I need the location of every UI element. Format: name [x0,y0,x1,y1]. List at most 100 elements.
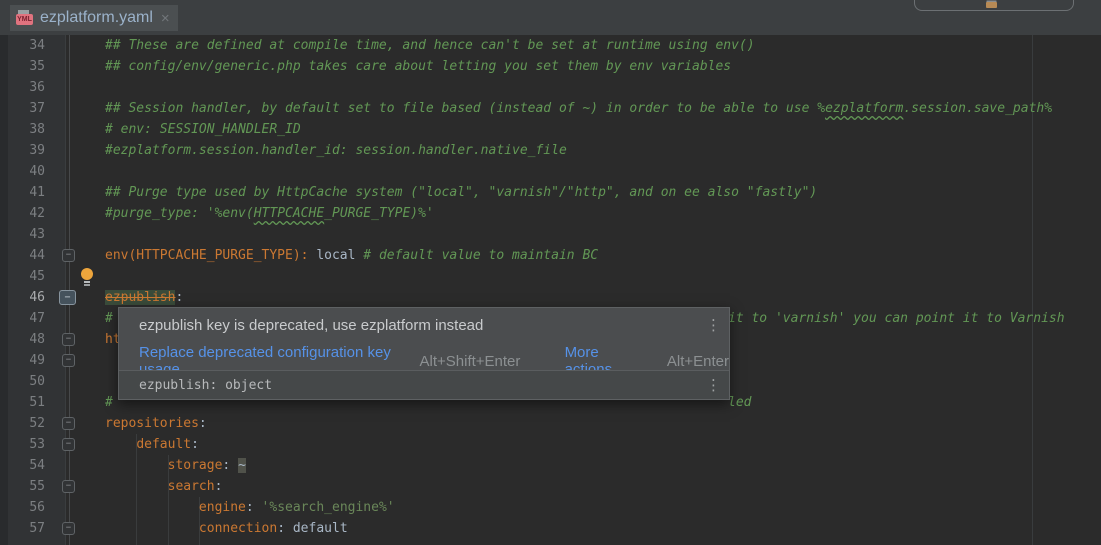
line-number[interactable]: 54 [8,455,55,476]
code-segment: : [191,437,199,452]
code-segment: ~ [238,458,246,473]
code-line[interactable]: ## config/env/generic.php takes care abo… [100,56,1101,77]
code-segment: : [222,458,238,473]
code-line[interactable]: env(HTTPCACHE_PURGE_TYPE): local # defau… [100,245,1101,266]
code-segment [105,500,199,515]
line-number[interactable]: 48 [8,329,55,350]
fold-collapse-widget[interactable]: − [59,290,76,305]
code-segment: : [199,416,207,431]
toolbar-widget-icon [986,2,997,8]
code-segment: storage [168,458,223,473]
doc-menu-icon[interactable]: ⋮ [706,376,721,394]
line-number[interactable]: 47 [8,308,55,329]
code-line[interactable]: # env: SESSION_HANDLER_ID [100,119,1101,140]
code-line[interactable]: ## These are defined at compile time, an… [100,35,1101,56]
fold-marker-icon[interactable]: − [62,438,75,451]
code-segment [105,458,168,473]
intention-bulb-icon[interactable] [80,268,94,287]
code-segment: HTTPCACHE [254,206,324,221]
code-line[interactable]: connection: default [100,518,1101,539]
code-segment: repositories [105,416,199,431]
line-number[interactable]: 36 [8,77,55,98]
line-number[interactable]: 51 [8,392,55,413]
code-segment: '%search_engine%' [262,500,395,515]
toolbar-widget-cutoff[interactable] [914,0,1074,11]
code-line[interactable]: ## Session handler, by default set to fi… [100,98,1101,119]
code-line[interactable]: #ezplatform.session.handler_id: session.… [100,140,1101,161]
code-line[interactable]: ezpublish: [100,287,1101,308]
line-number[interactable]: 46 [8,287,55,308]
line-number[interactable]: 40 [8,161,55,182]
line-number[interactable]: 50 [8,371,55,392]
fold-marker-icon[interactable]: − [62,333,75,346]
code-line[interactable] [100,266,1101,287]
code-segment: ## These are defined at compile time, an… [105,38,755,53]
code-segment: : [175,290,183,305]
line-number[interactable]: 42 [8,203,55,224]
code-segment: # [105,395,113,410]
code-line[interactable]: engine: '%search_engine%' [100,497,1101,518]
code-line[interactable] [100,224,1101,245]
fold-marker-icon[interactable]: − [62,522,75,535]
line-number[interactable]: 53 [8,434,55,455]
code-editor[interactable]: 34 ## These are defined at compile time, … [0,35,1101,545]
inspection-popup: ezpublish key is deprecated, use ezplatf… [118,307,730,400]
line-number[interactable]: 55 [8,476,55,497]
line-number[interactable]: 57 [8,518,55,539]
code-segment: .session.save_path% [903,101,1052,116]
code-line[interactable]: default: [100,434,1101,455]
editor-tab-bar: YML ezplatform.yaml × [0,0,1101,35]
code-line[interactable]: ## Purge type used by HttpCache system (… [100,182,1101,203]
fold-marker-icon[interactable]: − [62,249,75,262]
code-line[interactable] [100,77,1101,98]
code-segment: : [215,479,223,494]
code-segment: env(HTTPCACHE_PURGE_TYPE): [105,248,309,263]
code-segment: _PURGE_TYPE)%' [324,206,434,221]
gutter-edge-strip [0,35,8,545]
line-number[interactable]: 34 [8,35,55,56]
code-segment: # env: SESSION_HANDLER_ID [105,122,301,137]
code-segment: : [246,500,262,515]
code-line[interactable]: #purge_type: '%env(HTTPCACHE_PURGE_TYPE)… [100,203,1101,224]
line-number[interactable]: 38 [8,119,55,140]
code-line[interactable]: search: [100,476,1101,497]
line-number[interactable]: 39 [8,140,55,161]
code-segment: local [309,248,364,263]
code-segment: ## config/env/generic.php takes care abo… [105,59,731,74]
secondary-shortcut: Alt+Enter [667,353,729,370]
line-number[interactable]: 45 [8,266,55,287]
doc-line: ezpublish: object [139,378,272,393]
tab-ezplatform-yaml[interactable]: YML ezplatform.yaml × [10,5,178,31]
popup-menu-icon[interactable]: ⋮ [706,316,721,334]
fold-marker-icon[interactable]: − [62,417,75,430]
line-number[interactable]: 44 [8,245,55,266]
code-segment [105,437,136,452]
code-line[interactable] [100,161,1101,182]
code-segment: ## Purge type used by HttpCache system (… [105,185,817,200]
code-segment: #purge_type: '%env( [105,206,254,221]
code-segment: # default value to maintain BC [363,248,598,263]
code-segment: # [105,311,113,326]
code-segment [105,521,199,536]
doc-section: ezpublish: object ⋮ [119,370,729,399]
tab-close-icon[interactable]: × [161,10,170,27]
code-line[interactable]: storage: ~ [100,455,1101,476]
code-segment: : [277,521,293,536]
fold-marker-icon[interactable]: − [62,354,75,367]
line-number[interactable]: 41 [8,182,55,203]
line-number[interactable]: 43 [8,224,55,245]
inspection-message: ezpublish key is deprecated, use ezplatf… [139,317,483,334]
code-segment: default [136,437,191,452]
primary-shortcut: Alt+Shift+Enter [420,353,521,370]
line-number[interactable]: 52 [8,413,55,434]
code-segment: default [293,521,348,536]
code-segment: led [728,392,751,413]
line-number[interactable]: 56 [8,497,55,518]
line-number[interactable]: 49 [8,350,55,371]
code-segment: ## Session handler, by default set to fi… [105,101,825,116]
ide-window: YML ezplatform.yaml × 34 ## These are def… [0,0,1101,545]
code-line[interactable]: repositories: [100,413,1101,434]
fold-marker-icon[interactable]: − [62,480,75,493]
line-number[interactable]: 35 [8,56,55,77]
line-number[interactable]: 37 [8,98,55,119]
